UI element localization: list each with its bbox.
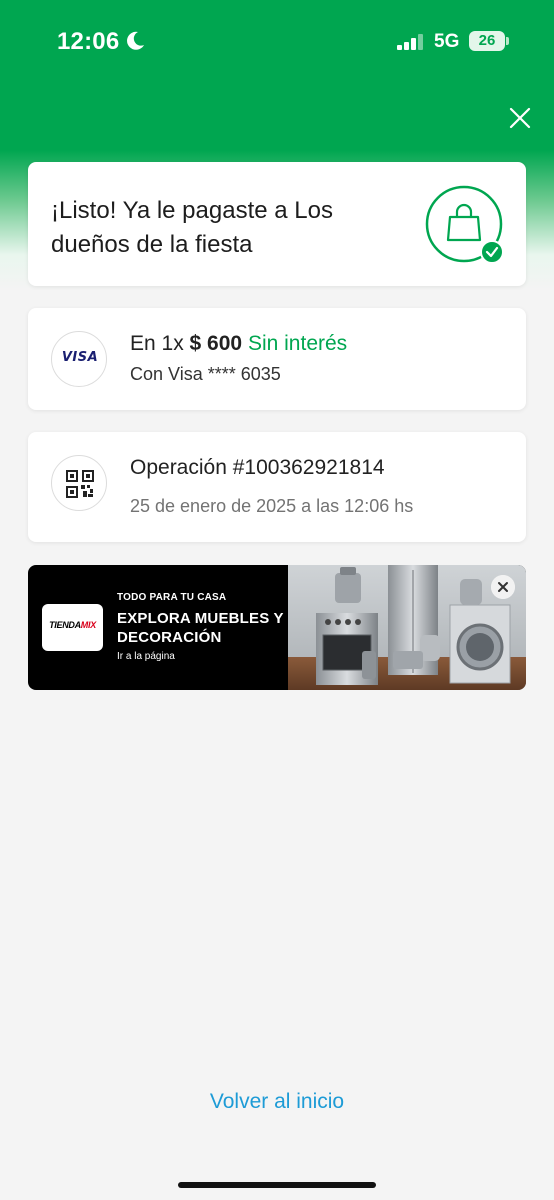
interest-label: Sin interés <box>247 332 348 355</box>
visa-icon: VISA <box>51 331 107 387</box>
operation-date: 25 de enero de 2025 a las 12:06 hs <box>130 496 414 516</box>
operation-number: Operación #100362921814 <box>130 456 385 479</box>
visa-logo-text: VISA <box>61 350 99 365</box>
shopping-bag-check-icon <box>425 185 504 264</box>
banner-title: EXPLORA MUEBLES Y DECORACIÓN <box>117 610 284 646</box>
home-indicator <box>178 1182 376 1188</box>
store-logo-text: TIENDAMIX <box>49 620 96 630</box>
payment-card: VISA En 1x $ 600 Sin interés Con Visa **… <box>28 308 526 410</box>
status-bar: 12:06 5G 26 <box>0 0 554 84</box>
battery-tip <box>506 37 509 45</box>
banner-link[interactable]: Ir a la página <box>117 651 175 662</box>
network-label: 5G <box>434 31 460 52</box>
store-logo: TIENDAMIX <box>42 604 103 651</box>
signal-icon <box>397 34 423 50</box>
battery-icon: 26 <box>469 31 505 51</box>
moon-icon <box>127 31 144 50</box>
operation-card: Operación #100362921814 25 de enero de 2… <box>28 432 526 542</box>
payment-amount: $ 600 <box>189 332 243 355</box>
success-card: ¡Listo! Ya le pagaste a Los dueños de la… <box>28 162 526 286</box>
banner-close-icon[interactable] <box>491 575 515 599</box>
qr-code-icon-wrap <box>51 455 107 511</box>
qr-code-icon <box>66 470 94 498</box>
banner-kicker: TODO PARA TU CASA <box>117 592 227 603</box>
success-title: ¡Listo! Ya le pagaste a Los dueños de la… <box>51 197 333 258</box>
status-time: 12:06 <box>57 28 120 55</box>
promo-banner[interactable]: TIENDAMIX TODO PARA TU CASA EXPLORA MUEB… <box>28 565 526 690</box>
close-icon[interactable] <box>506 104 534 132</box>
payment-summary: En 1x $ 600 Sin interés <box>130 332 347 356</box>
card-info: Con Visa **** 6035 <box>130 364 281 384</box>
installments-label: En 1x <box>130 332 184 355</box>
back-to-home-button[interactable]: Volver al inicio <box>0 1090 554 1114</box>
